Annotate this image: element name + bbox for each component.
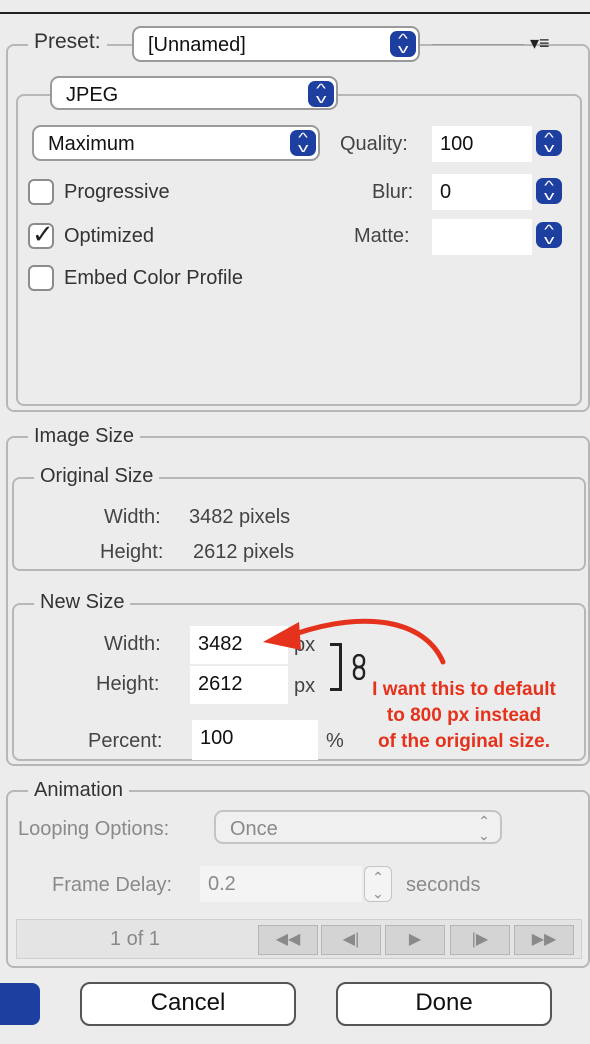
- done-button[interactable]: Done: [336, 982, 552, 1026]
- preset-stepper-icon: ^ v: [390, 31, 416, 57]
- format-value: JPEG: [66, 84, 119, 106]
- top-divider: [0, 12, 590, 14]
- blur-field[interactable]: 0: [432, 174, 532, 210]
- new-width-label: Width:: [104, 633, 161, 655]
- quality-preset-stepper-icon: ^ v: [290, 130, 316, 156]
- preset-menu-icon[interactable]: ▾≡: [530, 33, 550, 54]
- new-height-label: Height:: [96, 673, 160, 695]
- quality-field[interactable]: 100: [432, 126, 532, 162]
- new-height-field[interactable]: 2612: [190, 666, 288, 704]
- cancel-button[interactable]: Cancel: [80, 982, 296, 1026]
- default-button-partial[interactable]: [0, 983, 40, 1025]
- play-button[interactable]: ▶: [385, 925, 445, 955]
- preset-value: [Unnamed]: [148, 34, 246, 56]
- annotation-line-1: I want this to default: [372, 679, 556, 700]
- frame-delay-field[interactable]: 0.2: [200, 866, 362, 902]
- quality-label: Quality:: [340, 133, 408, 155]
- progressive-label: Progressive: [64, 181, 170, 203]
- annotation-text: I want this to default to 800 px instead…: [344, 677, 584, 755]
- preset-label: Preset:: [28, 30, 107, 54]
- original-size-group: [12, 477, 586, 571]
- annotation-arrow: [263, 618, 446, 665]
- percent-field[interactable]: 100: [192, 720, 318, 760]
- blur-label: Blur:: [372, 181, 414, 203]
- original-height-label: Height:: [100, 541, 164, 563]
- matte-label: Matte:: [354, 225, 410, 247]
- optimized-label: Optimized: [64, 225, 155, 247]
- blur-stepper[interactable]: ^ v: [536, 178, 562, 204]
- matte-stepper[interactable]: ^ v: [536, 222, 562, 248]
- embed-color-profile-checkbox[interactable]: [28, 265, 54, 291]
- matte-field[interactable]: [432, 219, 532, 255]
- original-size-title: Original Size: [34, 465, 160, 488]
- quality-preset-select[interactable]: Maximum ^ v: [32, 125, 320, 161]
- image-size-title: Image Size: [28, 425, 141, 448]
- embed-color-profile-label: Embed Color Profile: [64, 267, 243, 289]
- looping-options-select[interactable]: Once ⌃ ⌃: [214, 810, 502, 844]
- annotation-line-2: to 800 px instead: [386, 705, 542, 726]
- percent-unit: %: [326, 730, 344, 752]
- progressive-checkbox[interactable]: [28, 179, 54, 205]
- quality-stepper[interactable]: ^ v: [536, 130, 562, 156]
- format-stepper-icon: ^ v: [308, 81, 334, 107]
- annotation-line-3: of the original size.: [377, 731, 551, 752]
- preset-divider-line: [432, 44, 524, 45]
- new-size-title: New Size: [34, 591, 131, 614]
- optimized-checkbox[interactable]: ✓: [28, 219, 54, 249]
- new-height-unit: px: [294, 675, 316, 697]
- frame-delay-label: Frame Delay:: [52, 874, 173, 896]
- preset-select[interactable]: [Unnamed] ^ v: [132, 26, 420, 62]
- original-height-value: 2612 pixels: [193, 541, 295, 563]
- last-frame-button[interactable]: ▶▶: [514, 925, 574, 955]
- frame-delay-stepper[interactable]: ⌃ ⌃: [364, 866, 392, 902]
- original-width-value: 3482 pixels: [189, 506, 291, 528]
- first-frame-button[interactable]: ◀◀: [258, 925, 318, 955]
- checkmark-icon: ✓: [32, 219, 54, 249]
- looping-options-value: Once: [230, 818, 278, 840]
- original-width-label: Width:: [104, 506, 161, 528]
- percent-label: Percent:: [88, 730, 163, 752]
- looping-options-label: Looping Options:: [18, 818, 170, 840]
- format-select[interactable]: JPEG ^ v: [50, 76, 338, 110]
- frame-counter: 1 of 1: [110, 928, 161, 950]
- quality-preset-value: Maximum: [48, 133, 135, 155]
- frame-delay-unit: seconds: [406, 874, 481, 896]
- updown-chevron-icon: ⌃ ⌃: [478, 813, 490, 843]
- animation-title: Animation: [28, 779, 129, 802]
- prev-frame-button[interactable]: ◀|: [321, 925, 381, 955]
- next-frame-button[interactable]: |▶: [450, 925, 510, 955]
